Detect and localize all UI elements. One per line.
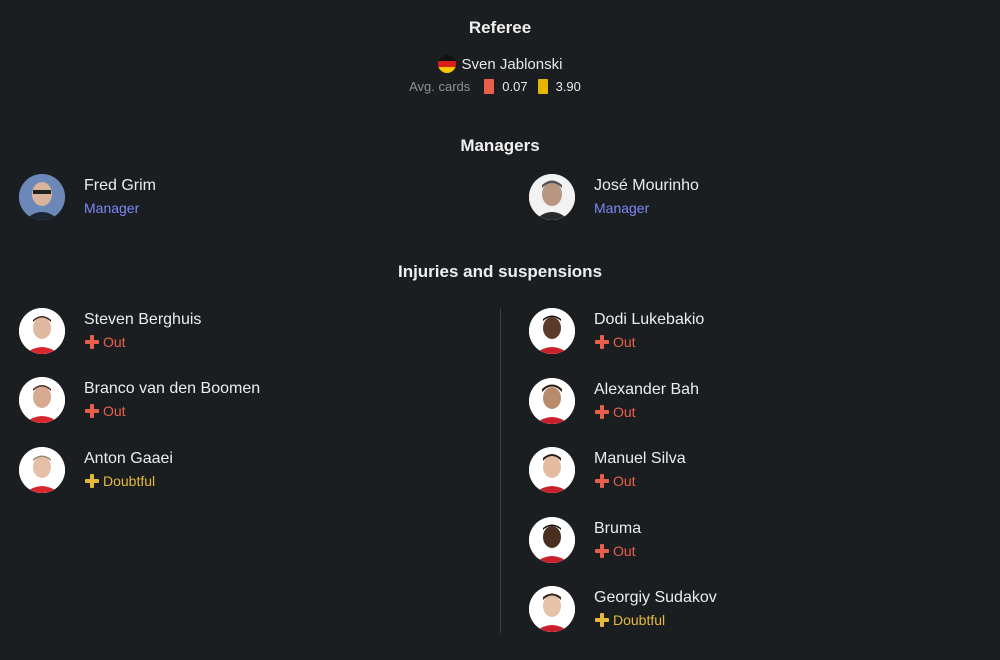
status-badge: Out [594, 471, 686, 491]
injured-player-away[interactable]: Alexander Bah Out [529, 378, 699, 424]
status-badge: Doubtful [84, 471, 173, 491]
status-label: Doubtful [103, 473, 156, 489]
status-label: Out [103, 403, 126, 419]
injury-cross-icon [594, 404, 610, 420]
referee-row: Sven Jablonski [0, 55, 1000, 73]
status-label: Out [613, 334, 636, 350]
player-name: Bruma [594, 520, 642, 537]
manager-name: Fred Grim [84, 177, 156, 194]
status-badge: Out [84, 401, 260, 421]
player-name: Anton Gaaei [84, 450, 173, 467]
player-name: Dodi Lukebakio [594, 311, 705, 328]
column-divider [500, 308, 501, 633]
manager-home[interactable]: Fred Grim Manager [19, 174, 156, 220]
status-label: Out [613, 473, 636, 489]
injury-cross-icon [84, 473, 100, 489]
injuries-heading: Injuries and suspensions [397, 262, 603, 281]
player-name: Manuel Silva [594, 450, 686, 467]
status-badge: Out [594, 541, 641, 561]
injured-player-home[interactable]: Anton Gaaei Doubtful [19, 447, 173, 493]
status-label: Out [103, 334, 126, 350]
injured-player-away[interactable]: Dodi Lukebakio Out [529, 308, 704, 354]
status-label: Out [613, 543, 636, 559]
manager-role: Manager [594, 200, 650, 216]
managers-heading: Managers [460, 136, 540, 155]
player-avatar [19, 447, 65, 493]
player-avatar [529, 378, 575, 424]
status-label: Out [613, 404, 636, 420]
germany-flag-icon [437, 55, 456, 73]
status-badge: Doubtful [594, 610, 717, 630]
player-name: Alexander Bah [594, 381, 699, 398]
status-badge: Out [84, 332, 201, 352]
injury-cross-icon [594, 612, 610, 628]
manager-role: Manager [84, 200, 140, 216]
yellow-card-icon [537, 79, 548, 94]
injured-player-home[interactable]: Branco van den Boomen Out [19, 377, 260, 423]
yellow-card-average: 3.90 [555, 79, 581, 94]
player-avatar [529, 308, 575, 354]
player-avatar [529, 586, 575, 632]
injury-cross-icon [594, 543, 610, 559]
injury-cross-icon [84, 403, 100, 419]
status-label: Doubtful [613, 612, 666, 628]
player-name: Branco van den Boomen [84, 380, 261, 397]
injury-cross-icon [84, 334, 100, 350]
referee-heading: Referee [468, 18, 532, 37]
player-avatar [19, 377, 65, 423]
manager-avatar [529, 174, 575, 220]
player-name: Georgiy Sudakov [594, 589, 717, 606]
avg-cards-label: Avg. cards [409, 79, 471, 94]
manager-avatar [19, 174, 65, 220]
player-avatar [529, 447, 575, 493]
injured-player-away[interactable]: Manuel Silva Out [529, 447, 686, 493]
player-avatar [529, 517, 575, 563]
red-card-average: 0.07 [502, 79, 528, 94]
injury-cross-icon [594, 334, 610, 350]
referee-name[interactable]: Sven Jablonski [462, 56, 563, 73]
avg-cards-row: Avg. cards 0.07 3.90 [0, 79, 1000, 94]
manager-away[interactable]: José Mourinho Manager [529, 174, 699, 220]
injured-player-away[interactable]: Bruma Out [529, 517, 641, 563]
player-name: Steven Berghuis [84, 311, 202, 328]
manager-name: José Mourinho [594, 177, 699, 194]
injured-player-away[interactable]: Georgiy Sudakov Doubtful [529, 586, 717, 632]
red-card-icon [484, 79, 495, 94]
status-badge: Out [594, 332, 704, 352]
injured-player-home[interactable]: Steven Berghuis Out [19, 308, 201, 354]
injury-cross-icon [594, 473, 610, 489]
player-avatar [19, 308, 65, 354]
status-badge: Out [594, 402, 699, 422]
